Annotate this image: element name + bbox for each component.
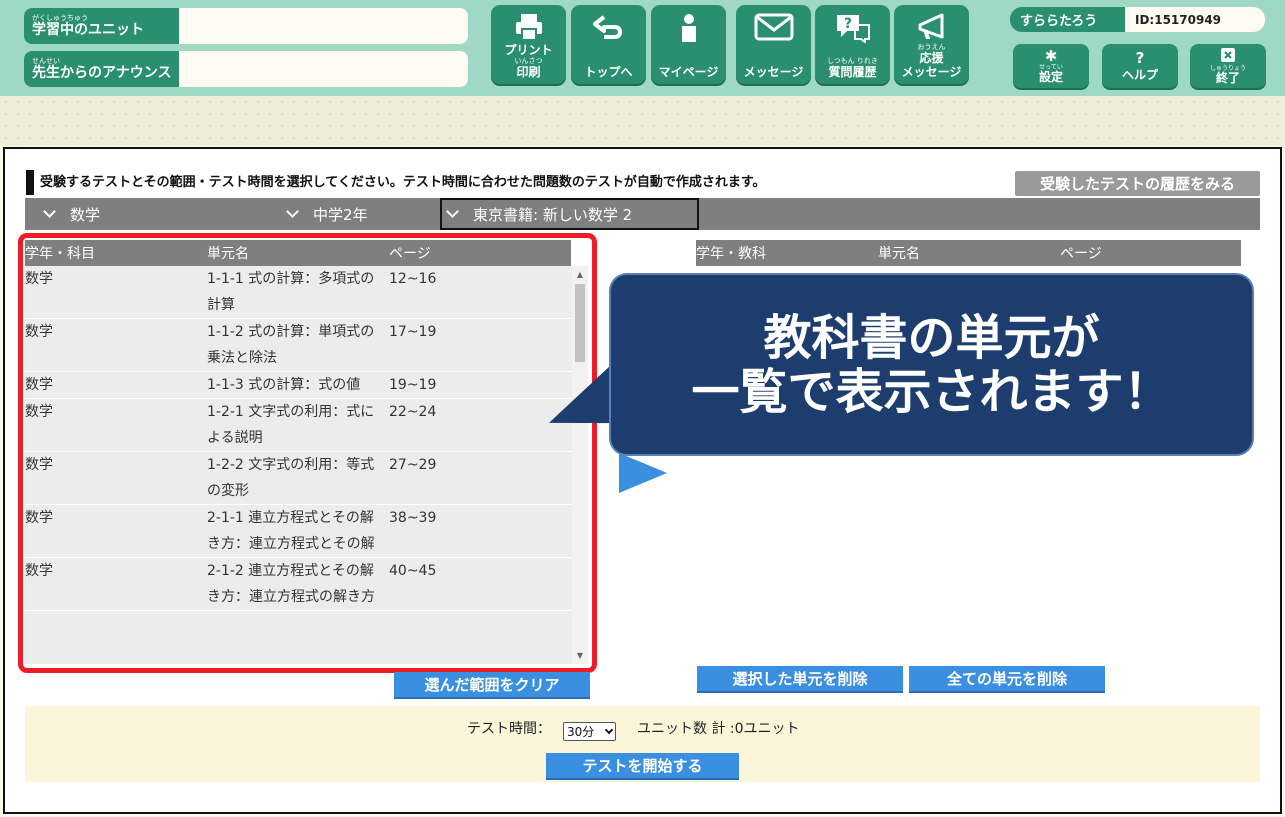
start-test-button[interactable]: テストを開始する <box>546 753 739 778</box>
grade-value: 中学2年 <box>313 205 368 224</box>
question-history-button[interactable]: ? しつもん りれき 質問履歴 <box>815 5 890 84</box>
textbook-value: 東京書籍: 新しい数学 2 <box>473 205 633 224</box>
test-history-button[interactable]: 受験したテストの履歴をみる <box>1015 171 1260 196</box>
header-stripe <box>0 96 1285 146</box>
question-history-label: 質問履歴 <box>828 65 877 79</box>
message-button[interactable]: メッセージ <box>736 5 811 84</box>
close-box-icon <box>1221 48 1235 65</box>
subject-value: 数学 <box>70 205 101 224</box>
column-header: 単元名 <box>878 246 920 262</box>
chevron-down-icon <box>604 725 614 735</box>
column-header: ページ <box>1060 246 1102 262</box>
person-icon <box>651 13 726 50</box>
test-time-label: テスト時間： <box>467 721 551 737</box>
callout-bubble: 教科書の単元が 一覧で表示されます！ <box>609 273 1254 456</box>
announcement-value <box>179 51 468 87</box>
ruby-text: せんせい <box>32 57 60 65</box>
exit-button[interactable]: しゅうりょう 終了 <box>1190 44 1266 88</box>
question-bubble-icon: ? <box>815 13 890 50</box>
return-arrow-icon <box>571 13 646 48</box>
instruction-text: 受験するテストとその範囲・テスト時間を選択してください。テスト時間に合わせた問題… <box>26 170 766 195</box>
current-unit-label: がくしゅうちゅう 学習中のユニット <box>24 8 179 44</box>
test-time-value: 30分 <box>567 725 595 739</box>
mypage-button[interactable]: マイページ <box>651 5 726 84</box>
printer-icon <box>491 13 566 48</box>
chevron-down-icon <box>43 205 56 218</box>
grade-dropdown[interactable]: 中学2年 <box>268 198 440 230</box>
settings-label: 設定 <box>1038 70 1063 84</box>
cheer-message-button[interactable]: おうえん 応援 メッセージ <box>894 5 969 84</box>
message-label: メッセージ <box>743 65 804 79</box>
delete-selected-button[interactable]: 選択した単元を削除 <box>697 666 903 691</box>
user-name: すららたろう <box>1010 7 1125 32</box>
settings-button[interactable]: ✱ せってい 設定 <box>1013 44 1089 88</box>
callout-line: 教科書の単元が <box>763 309 1100 366</box>
exit-label: 終了 <box>1215 71 1240 85</box>
user-id: ID:15170949 <box>1125 7 1265 32</box>
cheer-label: 応援 <box>919 51 944 65</box>
callout-line: 一覧で表示されます！ <box>691 363 1172 420</box>
mypage-label: マイページ <box>658 65 719 79</box>
chevron-down-icon <box>286 205 299 218</box>
unit-count-label: ユニット数 計 :0ユニット <box>637 721 800 737</box>
ruby-text: がくしゅうちゅう <box>32 14 88 22</box>
highlight-frame <box>18 233 597 673</box>
delete-all-button[interactable]: 全ての単元を削除 <box>909 666 1105 691</box>
ruby-text: しつもん りれき <box>827 57 878 65</box>
clear-range-button[interactable]: 選んだ範囲をクリア <box>394 672 590 697</box>
column-header: 学年・教科 <box>696 246 766 262</box>
announcement-label: せんせい 先生からのアナウンス <box>24 51 179 87</box>
cheer-sublabel: メッセージ <box>901 65 962 79</box>
current-unit-row: がくしゅうちゅう 学習中のユニット <box>24 8 468 44</box>
top-label: トップへ <box>584 65 633 79</box>
svg-text:?: ? <box>843 16 851 32</box>
megaphone-icon <box>894 13 969 50</box>
current-unit-label-text: 学習中のユニット <box>32 22 144 38</box>
announcement-row: せんせい 先生からのアナウンス <box>24 51 468 87</box>
announcement-label-text: 先生からのアナウンス <box>32 65 172 81</box>
envelope-icon <box>736 13 811 48</box>
ruby-text: いんさつ <box>514 57 543 65</box>
print-sublabel: 印刷 <box>516 65 541 79</box>
gear-icon: ✱ <box>1044 47 1058 65</box>
subject-dropdown[interactable]: 数学 <box>25 198 265 230</box>
help-label: ヘルプ <box>1121 68 1158 82</box>
textbook-dropdown[interactable]: 東京書籍: 新しい数学 2 <box>440 198 699 230</box>
question-icon: ? <box>1135 49 1145 67</box>
help-button[interactable]: ? ヘルプ <box>1102 44 1178 88</box>
add-arrow-icon[interactable] <box>619 453 667 493</box>
top-button[interactable]: トップへ <box>571 5 646 84</box>
print-button[interactable]: プリント いんさつ 印刷 <box>491 5 566 84</box>
chevron-down-icon <box>446 205 459 218</box>
right-table-header: 学年・教科 単元名 ページ <box>696 240 1241 266</box>
test-time-select[interactable]: 30分 <box>563 722 616 741</box>
current-unit-value <box>179 8 468 44</box>
